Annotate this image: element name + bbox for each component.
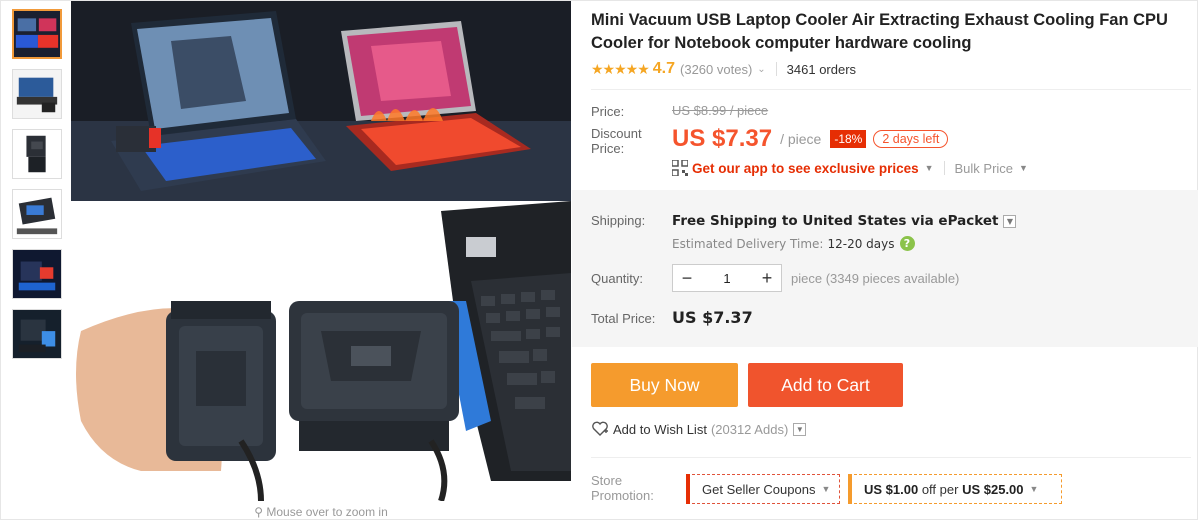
heart-plus-icon xyxy=(592,421,608,436)
chevron-down-icon[interactable]: ▼ xyxy=(1003,214,1017,228)
votes-link[interactable]: (3260 votes) xyxy=(680,62,752,77)
thumbnail-2[interactable] xyxy=(12,69,62,119)
main-product-image[interactable] xyxy=(71,1,571,501)
deal-amount: US $1.00 xyxy=(864,481,919,497)
shipping-destination[interactable]: United States xyxy=(802,213,906,229)
chevron-down-icon[interactable]: ⌄ xyxy=(757,64,765,75)
quantity-label: Quantity: xyxy=(591,271,644,286)
delivery-estimate-value: 12-20 days xyxy=(827,236,895,251)
qr-code-icon xyxy=(672,160,688,176)
increase-quantity-button[interactable]: + xyxy=(753,268,781,289)
deal-minimum: US $25.00 xyxy=(962,481,1024,497)
discount-badge: -18% xyxy=(830,130,867,148)
buy-now-button[interactable]: Buy Now xyxy=(591,363,738,407)
stock-availability: piece (3349 pieces available) xyxy=(791,271,960,286)
divider xyxy=(775,62,777,76)
store-promotion-line1: Store xyxy=(591,473,623,488)
product-page: ⚲ Mouse over to zoom in Mini Vacuum USB … xyxy=(0,0,1198,520)
divider xyxy=(943,161,945,175)
wishlist-count: (20312 Adds) xyxy=(710,421,789,437)
orders-count: 3461 orders xyxy=(786,61,857,77)
product-info-panel: Mini Vacuum USB Laptop Cooler Air Extrac… xyxy=(572,1,1198,520)
thumbnail-3[interactable] xyxy=(12,129,62,179)
zoom-hint-text: Mouse over to zoom in xyxy=(266,505,388,519)
seller-coupons-label: Get Seller Coupons xyxy=(702,481,816,497)
discount-price-label: Discount Price: xyxy=(591,126,642,156)
rating-row: ★★★★★ 4.7 (3260 votes) ⌄ 3461 orders xyxy=(591,59,856,79)
app-promo-link[interactable]: Get our app to see exclusive prices xyxy=(692,161,919,176)
store-promotion-label: Store Promotion: xyxy=(591,473,654,503)
zoom-hint: ⚲ Mouse over to zoom in xyxy=(71,505,571,519)
shipping-text: Free Shipping to xyxy=(672,213,798,229)
delivery-estimate-label: Estimated Delivery Time: xyxy=(672,236,824,251)
add-to-wishlist[interactable]: Add to Wish List (20312 Adds) ▼ xyxy=(591,421,807,437)
delivery-estimate: Estimated Delivery Time: 12-20 days ? xyxy=(672,236,915,251)
shipping-carrier: via ePacket xyxy=(911,213,999,229)
deal-text: off per xyxy=(921,481,959,497)
store-deal-dropdown[interactable]: US $1.00 off per US $25.00 ▼ xyxy=(848,474,1062,504)
thumbnail-6[interactable] xyxy=(12,309,62,359)
magnifier-icon: ⚲ xyxy=(254,505,267,519)
rating-value: 4.7 xyxy=(652,60,676,77)
store-promotion-line2: Promotion: xyxy=(591,488,654,503)
product-title: Mini Vacuum USB Laptop Cooler Air Extrac… xyxy=(591,11,1168,52)
original-price: US $8.99 / piece xyxy=(672,103,769,118)
bulk-price-dropdown[interactable]: Bulk Price xyxy=(955,161,1014,176)
quantity-stepper: − 1 + xyxy=(672,264,782,292)
discount-price-row: US $7.37 / piece -18% 2 days left xyxy=(672,123,949,155)
thumbnail-1[interactable] xyxy=(12,9,62,59)
per-unit: / piece xyxy=(780,131,822,147)
caret-down-icon: ▼ xyxy=(821,484,831,494)
discount-price: US $7.37 xyxy=(672,125,773,152)
days-left-badge: 2 days left xyxy=(873,130,949,148)
caret-down-icon: ▼ xyxy=(1029,484,1039,494)
add-to-cart-button[interactable]: Add to Cart xyxy=(748,363,903,407)
seller-coupons-dropdown[interactable]: Get Seller Coupons ▼ xyxy=(686,474,840,504)
price-label: Price: xyxy=(591,104,625,119)
star-rating-icon: ★★★★★ xyxy=(591,60,650,77)
chevron-down-icon[interactable]: ▼ xyxy=(793,422,807,436)
shipping-label: Shipping: xyxy=(591,213,646,228)
decrease-quantity-button[interactable]: − xyxy=(673,268,701,289)
caret-down-icon[interactable]: ▼ xyxy=(925,163,934,173)
thumbnail-5[interactable] xyxy=(12,249,62,299)
total-price-label: Total Price: xyxy=(591,311,656,326)
wishlist-label[interactable]: Add to Wish List xyxy=(613,422,707,437)
help-icon[interactable]: ? xyxy=(899,236,915,251)
shipping-method[interactable]: Free Shipping to United States via ePack… xyxy=(672,213,1017,229)
caret-down-icon[interactable]: ▼ xyxy=(1019,163,1028,173)
total-price-value: US $7.37 xyxy=(672,308,753,327)
app-promo-row: Get our app to see exclusive prices ▼ Bu… xyxy=(672,159,1028,177)
thumbnail-4[interactable] xyxy=(12,189,62,239)
divider xyxy=(591,89,1191,90)
quantity-input[interactable]: 1 xyxy=(701,271,753,286)
divider xyxy=(591,457,1191,458)
discount-label-line1: Discount xyxy=(591,126,642,141)
discount-label-line2: Price: xyxy=(591,141,625,156)
thumbnail-strip xyxy=(12,9,64,369)
